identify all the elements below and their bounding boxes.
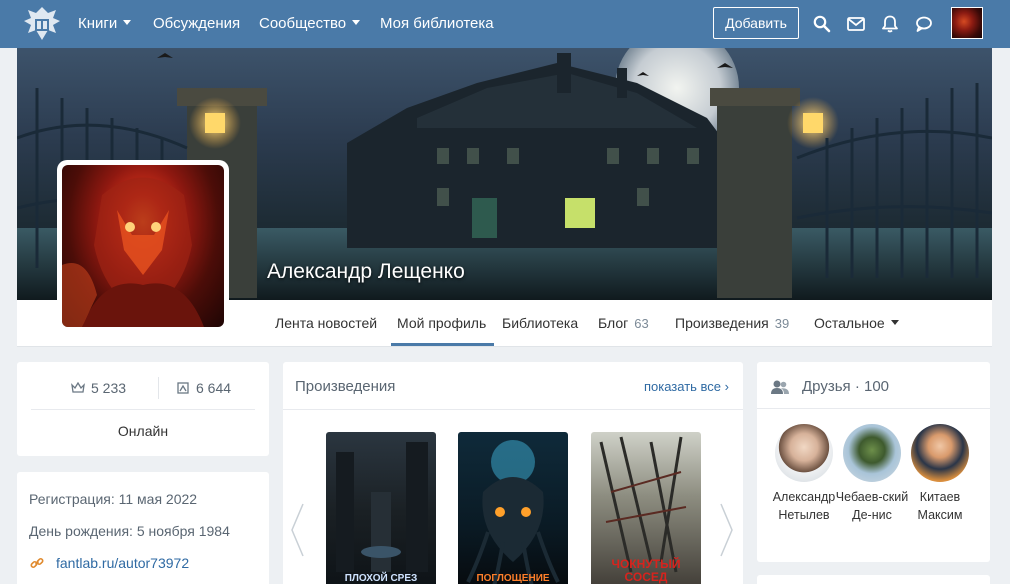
book-cover[interactable]: ПЛОХОЙ СРЕЗ bbox=[326, 432, 436, 584]
friend-name: Александр Нетылев bbox=[772, 490, 836, 522]
book-cover-art bbox=[466, 440, 560, 584]
chevron-down-icon bbox=[352, 20, 361, 25]
nav-community-label: Сообщество bbox=[259, 15, 347, 32]
nav-community[interactable]: Сообщество bbox=[259, 15, 361, 32]
add-button[interactable]: Добавить bbox=[713, 7, 799, 39]
nav-books-label: Книги bbox=[78, 15, 118, 32]
friend-avatar bbox=[843, 424, 901, 482]
demon-portrait-illustration bbox=[62, 177, 204, 327]
friend-name: Китаев Максим bbox=[917, 490, 963, 522]
friend-item[interactable]: Александр Нетылев bbox=[766, 424, 842, 524]
tab-count-badge: 39 bbox=[774, 316, 790, 331]
works-card: Произведения показать все › ПЛОХОЙ СРЕЗ … bbox=[283, 362, 743, 584]
divider bbox=[158, 377, 159, 399]
carousel-prev-icon[interactable] bbox=[289, 502, 305, 558]
online-status: Онлайн bbox=[117, 423, 169, 439]
book-cover-art bbox=[336, 442, 428, 572]
stats-card: 5 233 6 644 Онлайн bbox=[17, 362, 269, 456]
avatar-image bbox=[62, 165, 224, 327]
friends-count: 100 bbox=[864, 378, 890, 395]
friends-icon bbox=[771, 380, 789, 394]
tab-news-feed[interactable]: Лента новостей bbox=[275, 315, 377, 331]
search-icon[interactable] bbox=[812, 14, 832, 34]
chevron-right-icon: › bbox=[724, 379, 729, 394]
bell-icon[interactable] bbox=[880, 14, 900, 34]
tab-label: Лента новостей bbox=[275, 315, 378, 331]
crown-icon bbox=[71, 382, 85, 393]
books-value: 6 644 bbox=[196, 380, 232, 396]
tab-label: Остальное bbox=[814, 315, 885, 331]
chat-icon[interactable] bbox=[914, 14, 934, 34]
tab-other[interactable]: Остальное bbox=[814, 315, 899, 331]
friends-title-label: Друзья bbox=[802, 378, 851, 395]
books-stat: 6 644 bbox=[176, 380, 231, 396]
divider bbox=[757, 408, 990, 409]
chevron-down-icon bbox=[123, 20, 132, 25]
nav-discussions[interactable]: Обсуждения bbox=[153, 15, 240, 32]
tab-blog[interactable]: Блог 63 bbox=[598, 315, 649, 331]
mail-icon[interactable] bbox=[846, 14, 866, 34]
profile-external-link[interactable]: fantlab.ru/autor73972 bbox=[56, 555, 189, 571]
profile-info-card: Регистрация: 11 мая 2022 День рождения: … bbox=[17, 472, 269, 584]
book-title: ЧОКНУТЫЙ СОСЕД bbox=[611, 557, 681, 584]
friend-name: Чебаев-ский Де-нис bbox=[835, 490, 909, 522]
friend-item[interactable]: Китаев Максим bbox=[902, 424, 978, 524]
tab-works[interactable]: Произведения 39 bbox=[675, 315, 789, 331]
nav-my-library[interactable]: Моя библиотека bbox=[380, 15, 494, 32]
works-title: Произведения bbox=[295, 378, 396, 395]
book-title: ПЛОХОЙ СРЕЗ bbox=[344, 573, 418, 584]
tab-label: Мой профиль bbox=[397, 315, 487, 331]
tab-library[interactable]: Библиотека bbox=[502, 315, 578, 331]
user-avatar[interactable] bbox=[951, 7, 983, 39]
tab-label: Библиотека bbox=[502, 315, 579, 331]
book-icon bbox=[177, 382, 189, 394]
profile-name: Александр Лещенко bbox=[267, 260, 465, 283]
tab-label: Блог bbox=[598, 315, 629, 331]
book-title: ПОГЛОЩЕНИЕ bbox=[476, 573, 550, 584]
friend-avatar bbox=[775, 424, 833, 482]
carousel-next-icon[interactable] bbox=[719, 502, 735, 558]
top-navbar: Книги Обсуждения Сообщество Моя библиоте… bbox=[0, 0, 1010, 48]
birthday: День рождения: 5 ноября 1984 bbox=[29, 523, 230, 539]
link-icon bbox=[30, 557, 44, 569]
tab-count-badge: 63 bbox=[634, 316, 649, 331]
book-cover[interactable]: ЧОКНУТЫЙ СОСЕД bbox=[591, 432, 701, 584]
nav-books[interactable]: Книги bbox=[78, 15, 132, 32]
friends-title: Друзья · 100 bbox=[802, 378, 890, 395]
tab-label: Произведения bbox=[675, 315, 769, 331]
registration-date: Регистрация: 11 мая 2022 bbox=[29, 491, 198, 507]
nav-my-library-label: Моя библиотека bbox=[380, 15, 494, 32]
rating-value: 5 233 bbox=[91, 380, 127, 396]
friend-avatar bbox=[911, 424, 969, 482]
site-logo-icon[interactable] bbox=[22, 5, 62, 43]
book-cover[interactable]: ПОГЛОЩЕНИЕ bbox=[458, 432, 568, 584]
chevron-down-icon bbox=[890, 320, 899, 325]
divider bbox=[283, 409, 743, 410]
nav-discussions-label: Обсуждения bbox=[153, 15, 241, 32]
friend-item[interactable]: Чебаев-ский Де-нис bbox=[834, 424, 910, 524]
tab-my-profile[interactable]: Мой профиль bbox=[397, 315, 486, 331]
friends-card: Друзья · 100 Александр Нетылев Чебаев-ск… bbox=[757, 362, 990, 562]
divider bbox=[31, 409, 255, 410]
rating-stat: 5 233 bbox=[71, 380, 126, 396]
active-tab-indicator bbox=[391, 343, 494, 346]
show-all-link[interactable]: показать все › bbox=[644, 379, 729, 394]
profile-avatar[interactable] bbox=[57, 160, 229, 332]
show-all-label: показать все bbox=[643, 379, 722, 394]
next-card bbox=[757, 575, 990, 584]
